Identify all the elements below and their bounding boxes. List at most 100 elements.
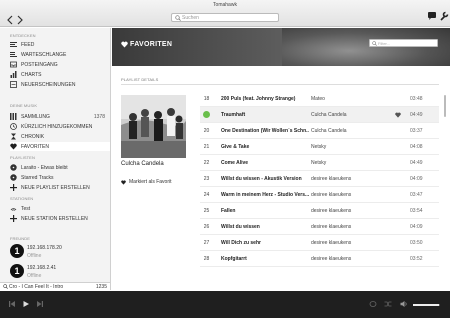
latch-search-bar[interactable]: Cro - I Can Feel It - Intro 1235 <box>0 282 111 290</box>
sidebar-item-playlist[interactable]: Laraito - Etwas bleibt <box>10 163 110 172</box>
track-artist[interactable]: desiree klaeukens <box>311 224 391 230</box>
station-icon <box>10 205 17 212</box>
sidebar-item-recently-added[interactable]: KÜRZLICH HINZUGEKOMMEN <box>10 122 110 131</box>
track-row[interactable]: 18 200 Puls (feat. Johnny Strange) Mateo 03… <box>200 91 439 107</box>
track-artist[interactable]: desiree klaeukens <box>311 256 391 262</box>
track-number: 27 <box>203 240 210 246</box>
section-header-discover: ENTDECKEN <box>10 33 36 38</box>
track-row[interactable]: Traumhaft Culcha Candela 04:49 <box>200 107 439 123</box>
global-search[interactable]: Suchen <box>171 13 279 22</box>
track-number: 21 <box>203 144 210 150</box>
recent-icon <box>10 123 17 130</box>
sidebar-item-label: KÜRZLICH HINZUGEKOMMEN <box>21 123 93 130</box>
track-title: Willst du wissen - Akustik Version <box>221 176 302 182</box>
track-title: Will Dich zu sehr <box>221 240 261 246</box>
collection-count: 1378 <box>93 113 105 120</box>
volume-slider[interactable] <box>413 304 440 306</box>
track-row[interactable]: 23 Willst du wissen - Akustik Version desi… <box>200 171 439 187</box>
play-icon <box>23 301 29 307</box>
track-duration: 03:47 <box>410 192 423 198</box>
header-background-image <box>282 28 450 66</box>
create-station-button[interactable]: NEUE STATION ERSTELLEN <box>10 214 110 223</box>
sidebar-item-inbox[interactable]: POSTEINGANG <box>10 60 110 69</box>
track-row[interactable]: 24 Warm in meinem Herz - Studio Vers... de… <box>200 187 439 203</box>
track-duration: 04:09 <box>410 224 423 230</box>
track-number: 18 <box>203 96 210 102</box>
scrollbar[interactable] <box>444 95 446 117</box>
play-button[interactable] <box>22 300 30 308</box>
track-duration: 04:49 <box>410 112 423 118</box>
track-row[interactable]: 21 Give & Take Netsky 04:08 <box>200 139 439 155</box>
heart-icon[interactable] <box>395 112 401 118</box>
sidebar-item-collection[interactable]: SAMMLUNG 1378 <box>10 112 110 121</box>
track-artist[interactable]: Netsky <box>311 144 391 150</box>
sidebar-item-favorites[interactable]: FAVORITEN <box>10 142 110 151</box>
collection-icon <box>10 113 17 120</box>
track-artist[interactable]: Culcha Candela <box>311 112 391 118</box>
shuffle-icon <box>384 301 392 307</box>
wrench-icon[interactable] <box>439 11 449 21</box>
shuffle-button[interactable] <box>384 300 392 308</box>
track-row[interactable]: 26 Willst du wissen desiree klaeukens 04:09 <box>200 219 439 235</box>
sidebar-item-label: Test <box>21 205 31 212</box>
repeat-button[interactable] <box>369 300 377 308</box>
section-header-stations: STATIONEN <box>10 196 34 201</box>
repeat-icon <box>369 301 377 307</box>
sidebar-item-label: NEUE STATION ERSTELLEN <box>21 215 88 222</box>
track-artist[interactable]: desiree klaeukens <box>311 192 391 198</box>
track-artist[interactable]: Culcha Candela <box>311 128 391 134</box>
sidebar-item-history[interactable]: CHRONIK <box>10 132 110 141</box>
next-button[interactable] <box>36 300 44 308</box>
speaker-icon <box>400 301 407 307</box>
sidebar-item-charts[interactable]: CHARTS <box>10 70 110 79</box>
track-artist[interactable]: Netsky <box>311 160 391 166</box>
track-duration: 03:50 <box>410 240 423 246</box>
playlist-icon <box>10 174 17 181</box>
search-icon <box>175 15 181 21</box>
track-row[interactable]: 27 Will Dich zu sehr desiree klaeukens 03:5… <box>200 235 439 251</box>
page-title: FAVORITEN <box>130 41 173 48</box>
sidebar-item-feed[interactable]: FEED <box>10 40 110 49</box>
friend-name: 192.168.178.20 <box>27 245 62 251</box>
heart-icon <box>121 179 126 185</box>
track-row[interactable]: 20 One Destination (Wir Wollen´s Schn... C… <box>200 123 439 139</box>
track-number: 23 <box>203 176 210 182</box>
track-title: Give & Take <box>221 144 250 150</box>
track-artist[interactable]: desiree klaeukens <box>311 240 391 246</box>
track-row[interactable]: 22 Come Alive Netsky 04:49 <box>200 155 439 171</box>
sidebar-item-queue[interactable]: WARTESCHLANGE <box>10 50 110 59</box>
track-artist[interactable]: desiree klaeukens <box>311 208 391 214</box>
sidebar-item-label: CHRONIK <box>21 133 45 140</box>
history-icon <box>10 133 17 140</box>
back-button[interactable] <box>5 12 15 25</box>
track-artist[interactable]: Mateo <box>311 96 391 102</box>
volume-level <box>413 304 439 306</box>
next-icon <box>37 301 43 307</box>
charts-icon <box>10 71 17 78</box>
album-cover[interactable] <box>121 95 186 158</box>
track-number: 24 <box>203 192 210 198</box>
chevron-right-icon <box>17 15 23 25</box>
sidebar-item-station[interactable]: Test <box>10 204 110 213</box>
sidebar-item-label: Laraito - Etwas bleibt <box>21 164 68 171</box>
album-artist-name[interactable]: Culcha Candela <box>121 161 164 167</box>
track-artist[interactable]: desiree klaeukens <box>311 176 391 182</box>
sidebar-item-playlist[interactable]: Starred Tracks <box>10 173 110 182</box>
filter-input[interactable]: Filter... <box>369 39 438 47</box>
mute-button[interactable] <box>400 300 408 308</box>
track-title: Traumhaft <box>221 112 246 118</box>
favorite-indicator[interactable]: Markiert als Favorit <box>121 179 172 185</box>
forward-button[interactable] <box>15 12 25 25</box>
track-title: Fallen <box>221 208 236 214</box>
sidebar-item-label: WARTESCHLANGE <box>21 51 67 58</box>
create-playlist-button[interactable]: NEUE PLAYLIST ERSTELLEN <box>10 183 110 192</box>
previous-button[interactable] <box>8 300 16 308</box>
speech-bubble-icon[interactable] <box>427 11 437 21</box>
friend-status: Offline <box>27 253 42 259</box>
filter-placeholder: Filter... <box>378 41 391 46</box>
track-row[interactable]: 28 Kopfgitarrt desiree klaeukens 03:52 <box>200 251 439 267</box>
sidebar-item-new-releases[interactable]: NEUERSCHEINUNGEN <box>10 80 110 89</box>
track-row[interactable]: 25 Fallen desiree klaeukens 03:54 <box>200 203 439 219</box>
previous-icon <box>9 301 15 307</box>
friend-entry[interactable]: 1 192.168.178.20 Offline <box>10 244 110 266</box>
